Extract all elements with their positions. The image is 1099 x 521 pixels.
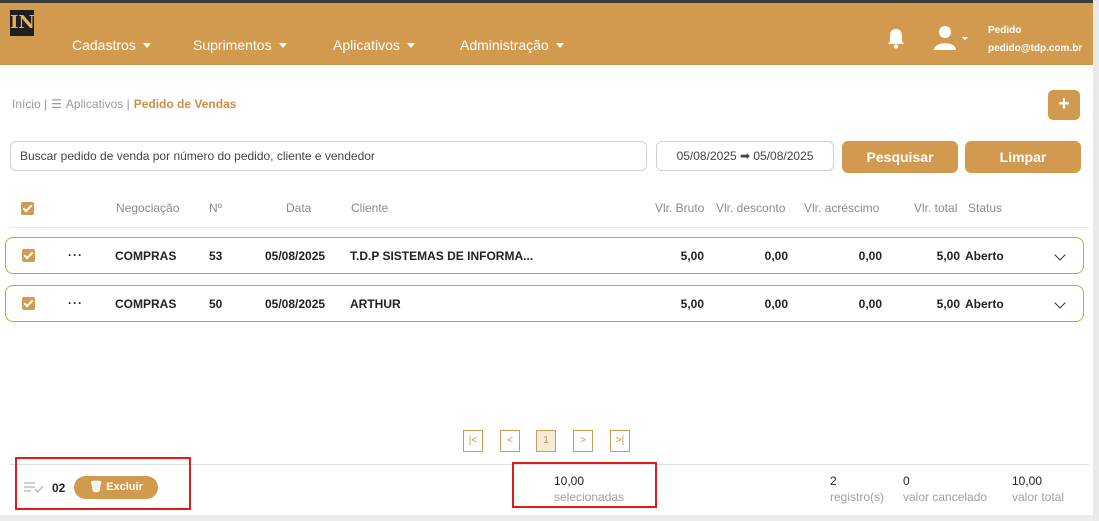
total-value: 10,00 [1012,474,1043,488]
row-checkbox[interactable] [22,249,35,262]
page-current-button[interactable]: 1 [536,430,556,452]
cell-vlr-desconto: 0,00 [764,297,788,311]
col-vlr-total: Vlr. total [914,201,958,215]
col-vlr-acrescimo: Vlr. acréscimo [804,201,880,215]
selected-label: selecionadas [554,490,625,504]
clear-button[interactable]: Limpar [965,141,1081,173]
selected-count: 02 [52,481,66,495]
col-negociacao: Negociação [116,201,180,215]
cell-status: Aberto [965,297,1004,311]
cell-vlr-desconto: 0,00 [764,249,788,263]
window-right-edge [1093,0,1099,521]
cell-cliente: T.D.P SISTEMAS DE INFORMA... [350,249,534,263]
cell-negociacao: COMPRAS [115,297,177,311]
header-divider [10,227,1089,228]
page-prev-button[interactable]: < [500,430,520,452]
total-label: valor total [1012,490,1065,504]
nav-suprimentos[interactable]: Suprimentos [193,37,287,53]
table-row[interactable]: ··· COMPRAS 50 05/08/2025 ARTHUR 5,00 0,… [5,285,1084,322]
chevron-down-icon[interactable] [1054,297,1066,309]
cell-vlr-acrescimo: 0,00 [858,297,882,311]
app-logo[interactable]: IN [10,10,35,36]
cell-vlr-bruto: 5,00 [680,297,704,311]
search-input[interactable]: Buscar pedido de venda por número do ped… [10,141,647,171]
user-avatar-icon[interactable] [934,25,970,51]
nav-suprimentos-label: Suprimentos [193,37,272,53]
chevron-down-icon [278,42,287,48]
cell-vlr-total: 5,00 [936,249,960,263]
cell-status: Aberto [965,249,1004,263]
cell-vlr-total: 5,00 [936,297,960,311]
table-row[interactable]: ··· COMPRAS 53 05/08/2025 T.D.P SISTEMAS… [5,237,1084,274]
page-next-button[interactable]: > [573,430,593,452]
nav-aplicativos[interactable]: Aplicativos [333,37,415,53]
breadcrumb-current: Pedido de Vendas [133,97,237,111]
cell-vlr-acrescimo: 0,00 [858,249,882,263]
date-range-picker[interactable]: 05/08/2025 ➡ 05/08/2025 [656,141,834,171]
cell-numero: 50 [209,297,223,311]
nav-cadastros-label: Cadastros [72,37,136,53]
breadcrumb-home[interactable]: Início | [12,97,47,111]
chevron-down-icon [142,42,151,48]
col-status: Status [968,201,1003,215]
row-menu-icon[interactable]: ··· [68,296,83,310]
row-checkbox[interactable] [22,297,35,310]
chevron-down-icon [406,42,415,48]
col-numero: Nº [209,201,223,215]
records-label: registro(s) [830,490,885,504]
nav-administracao[interactable]: Administração [460,37,564,53]
add-order-button[interactable]: + [1048,90,1080,120]
user-email: pedido@tdp.com.br [988,43,1083,54]
search-button[interactable]: Pesquisar [842,141,958,173]
col-vlr-bruto: Vlr. Bruto [655,201,705,215]
delete-button[interactable]: 🗑 Excluir [74,476,158,499]
nav-aplicativos-label: Aplicativos [333,37,400,53]
bell-icon[interactable] [886,27,906,49]
cell-cliente: ARTHUR [350,297,401,311]
select-all-checkbox[interactable] [21,202,34,215]
nav-administracao-label: Administração [460,37,549,53]
cancelled-label: valor cancelado [903,490,988,504]
cell-numero: 53 [209,249,223,263]
trash-icon: 🗑 [89,481,107,493]
page-last-button[interactable]: >| [610,430,630,452]
user-name: Pedido [988,25,1022,36]
chevron-down-icon [555,42,564,48]
nav-cadastros[interactable]: Cadastros [72,37,151,53]
delete-button-label: Excluir [106,481,143,493]
chevron-down-icon[interactable] [1054,249,1066,261]
col-cliente: Cliente [351,201,389,215]
breadcrumb: Início | ☰ Aplicativos | Pedido de Venda… [12,97,236,111]
cell-data: 05/08/2025 [265,297,326,311]
cell-data: 05/08/2025 [265,249,326,263]
window-bottom-edge [0,515,1093,521]
cell-vlr-bruto: 5,00 [680,249,704,263]
list-icon: ☰ [51,97,62,111]
top-navbar: IN Cadastros Suprimentos Aplicativos Adm… [0,3,1093,65]
row-menu-icon[interactable]: ··· [68,248,83,262]
cell-negociacao: COMPRAS [115,249,177,263]
cancelled-value: 0 [903,474,910,488]
page-first-button[interactable]: |< [463,430,483,452]
records-value: 2 [830,474,837,488]
breadcrumb-parent[interactable]: Aplicativos | [66,97,130,111]
col-data: Data [286,201,312,215]
checklist-icon [24,482,44,493]
selected-value: 10,00 [554,474,585,488]
col-vlr-desconto: Vlr. desconto [716,201,786,215]
